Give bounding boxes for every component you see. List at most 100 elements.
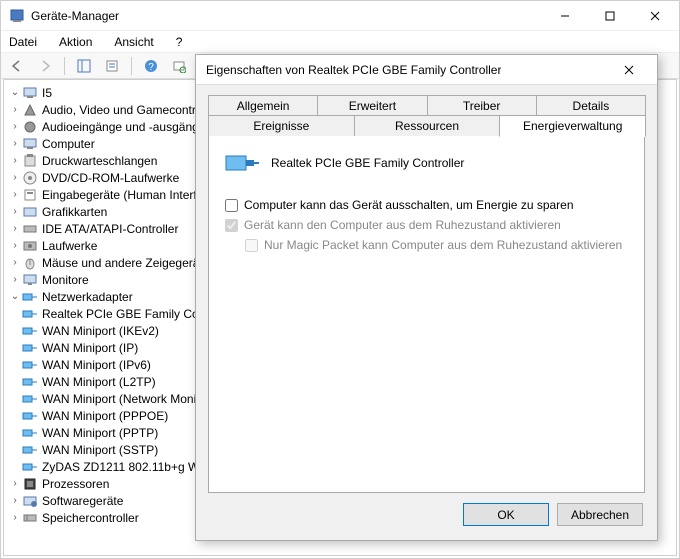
tree-item-label: DVD/CD-ROM-Laufwerke xyxy=(42,171,179,185)
tree-root-label: I5 xyxy=(42,86,52,100)
option-label: Computer kann das Gerät ausschalten, um … xyxy=(244,198,574,212)
tree-item-label: WAN Miniport (PPPOE) xyxy=(42,409,168,423)
maximize-button[interactable] xyxy=(587,2,632,30)
collapse-icon[interactable]: ⌄ xyxy=(8,291,22,302)
expand-icon[interactable]: › xyxy=(8,223,22,234)
window-title: Geräte-Manager xyxy=(31,9,119,23)
back-button[interactable] xyxy=(5,55,29,77)
tab-r2-1[interactable]: Ressourcen xyxy=(354,116,501,137)
expand-icon[interactable]: › xyxy=(8,138,22,149)
tree-item-label: Computer xyxy=(42,137,95,151)
tree-item-label: Grafikkarten xyxy=(42,205,107,219)
svg-text:?: ? xyxy=(148,62,154,73)
close-button[interactable] xyxy=(632,2,677,30)
computer-icon xyxy=(22,85,38,101)
dialog-close-button[interactable] xyxy=(606,56,651,84)
tab-panel-power: Realtek PCIe GBE Family Controller Compu… xyxy=(208,136,645,493)
help-button[interactable]: ? xyxy=(139,55,163,77)
dialog-title: Eigenschaften von Realtek PCIe GBE Famil… xyxy=(206,63,501,77)
titlebar: Geräte-Manager xyxy=(1,1,679,31)
tree-item-label: WAN Miniport (IPv6) xyxy=(42,358,151,372)
network-adapter-icon xyxy=(22,391,38,407)
toolbar-divider xyxy=(131,57,132,75)
category-icon xyxy=(22,119,38,135)
cancel-button[interactable]: Abbrechen xyxy=(557,503,643,526)
tab-r2-0[interactable]: Ereignisse xyxy=(208,116,355,137)
scan-hardware-button[interactable] xyxy=(167,55,191,77)
tab-r1-0[interactable]: Allgemein xyxy=(208,95,318,116)
network-adapter-icon xyxy=(22,323,38,339)
category-icon xyxy=(22,170,38,186)
category-icon xyxy=(22,238,38,254)
minimize-button[interactable] xyxy=(542,2,587,30)
dialog-button-row: OK Abbrechen xyxy=(196,493,657,540)
expand-icon[interactable]: › xyxy=(8,478,22,489)
expand-icon[interactable]: › xyxy=(8,512,22,523)
tree-item-label: WAN Miniport (Network Monitor) xyxy=(42,392,214,406)
menu-file[interactable]: Datei xyxy=(5,33,41,51)
checkbox-allow-power-off[interactable] xyxy=(225,199,238,212)
expand-icon[interactable]: › xyxy=(8,274,22,285)
menu-action[interactable]: Aktion xyxy=(55,33,96,51)
category-icon xyxy=(22,153,38,169)
option-label: Nur Magic Packet kann Computer aus dem R… xyxy=(264,238,622,252)
network-adapter-icon xyxy=(22,374,38,390)
network-adapter-icon xyxy=(22,340,38,356)
tree-item-label: Audioeingänge und -ausgänge xyxy=(42,120,205,134)
category-icon xyxy=(22,221,38,237)
category-icon xyxy=(22,493,38,509)
ok-button[interactable]: OK xyxy=(463,503,549,526)
tree-item-label: WAN Miniport (PPTP) xyxy=(42,426,158,440)
expand-icon[interactable]: › xyxy=(8,257,22,268)
expand-icon[interactable]: › xyxy=(8,240,22,251)
option-allow-wake: Gerät kann den Computer aus dem Ruhezust… xyxy=(225,218,628,232)
tree-item-label: Softwaregeräte xyxy=(42,494,123,508)
expand-icon[interactable]: › xyxy=(8,155,22,166)
tree-item-label: IDE ATA/ATAPI-Controller xyxy=(42,222,178,236)
ok-button-label: OK xyxy=(497,508,514,522)
expand-icon[interactable]: › xyxy=(8,206,22,217)
expand-icon[interactable]: › xyxy=(8,121,22,132)
expand-icon[interactable]: › xyxy=(8,189,22,200)
menu-view[interactable]: Ansicht xyxy=(110,33,157,51)
device-header: Realtek PCIe GBE Family Controller xyxy=(225,150,628,176)
expand-icon[interactable]: › xyxy=(8,495,22,506)
tab-r1-3[interactable]: Details xyxy=(536,95,646,116)
tab-r2-2[interactable]: Energieverwaltung xyxy=(499,116,646,137)
network-adapter-icon xyxy=(22,442,38,458)
tree-item-label: Audio, Video und Gamecontroller xyxy=(42,103,219,117)
tree-item-label: Mäuse und andere Zeigegeräte xyxy=(42,256,209,270)
forward-button[interactable] xyxy=(33,55,57,77)
network-adapter-icon xyxy=(22,357,38,373)
tree-item-label: Druckwarteschlangen xyxy=(42,154,157,168)
tab-strip: AllgemeinErweitertTreiberDetails Ereigni… xyxy=(208,95,645,137)
expand-icon[interactable]: › xyxy=(8,104,22,115)
menu-help[interactable]: ? xyxy=(172,33,187,51)
tab-r1-1[interactable]: Erweitert xyxy=(317,95,427,116)
category-icon xyxy=(22,510,38,526)
device-name: Realtek PCIe GBE Family Controller xyxy=(271,156,464,170)
collapse-icon[interactable]: ⌄ xyxy=(8,87,22,98)
app-icon xyxy=(9,8,25,24)
toolbar-divider xyxy=(64,57,65,75)
category-icon xyxy=(22,255,38,271)
option-magic-packet-only: Nur Magic Packet kann Computer aus dem R… xyxy=(225,238,628,252)
tree-item-label: Monitore xyxy=(42,273,89,287)
checkbox-allow-wake xyxy=(225,219,238,232)
category-icon xyxy=(22,187,38,203)
show-hide-tree-button[interactable] xyxy=(72,55,96,77)
network-adapter-icon xyxy=(22,289,38,305)
option-label: Gerät kann den Computer aus dem Ruhezust… xyxy=(244,218,561,232)
tree-item-label: Netzwerkadapter xyxy=(42,290,133,304)
tree-item-label: WAN Miniport (IP) xyxy=(42,341,138,355)
network-adapter-icon xyxy=(22,425,38,441)
tab-r1-2[interactable]: Treiber xyxy=(427,95,537,116)
properties-button[interactable] xyxy=(100,55,124,77)
tree-item-label: WAN Miniport (IKEv2) xyxy=(42,324,159,338)
option-allow-power-off[interactable]: Computer kann das Gerät ausschalten, um … xyxy=(225,198,628,212)
category-icon xyxy=(22,204,38,220)
tree-item-label: Prozessoren xyxy=(42,477,109,491)
network-adapter-icon xyxy=(22,408,38,424)
expand-icon[interactable]: › xyxy=(8,172,22,183)
tree-item-label: Laufwerke xyxy=(42,239,97,253)
